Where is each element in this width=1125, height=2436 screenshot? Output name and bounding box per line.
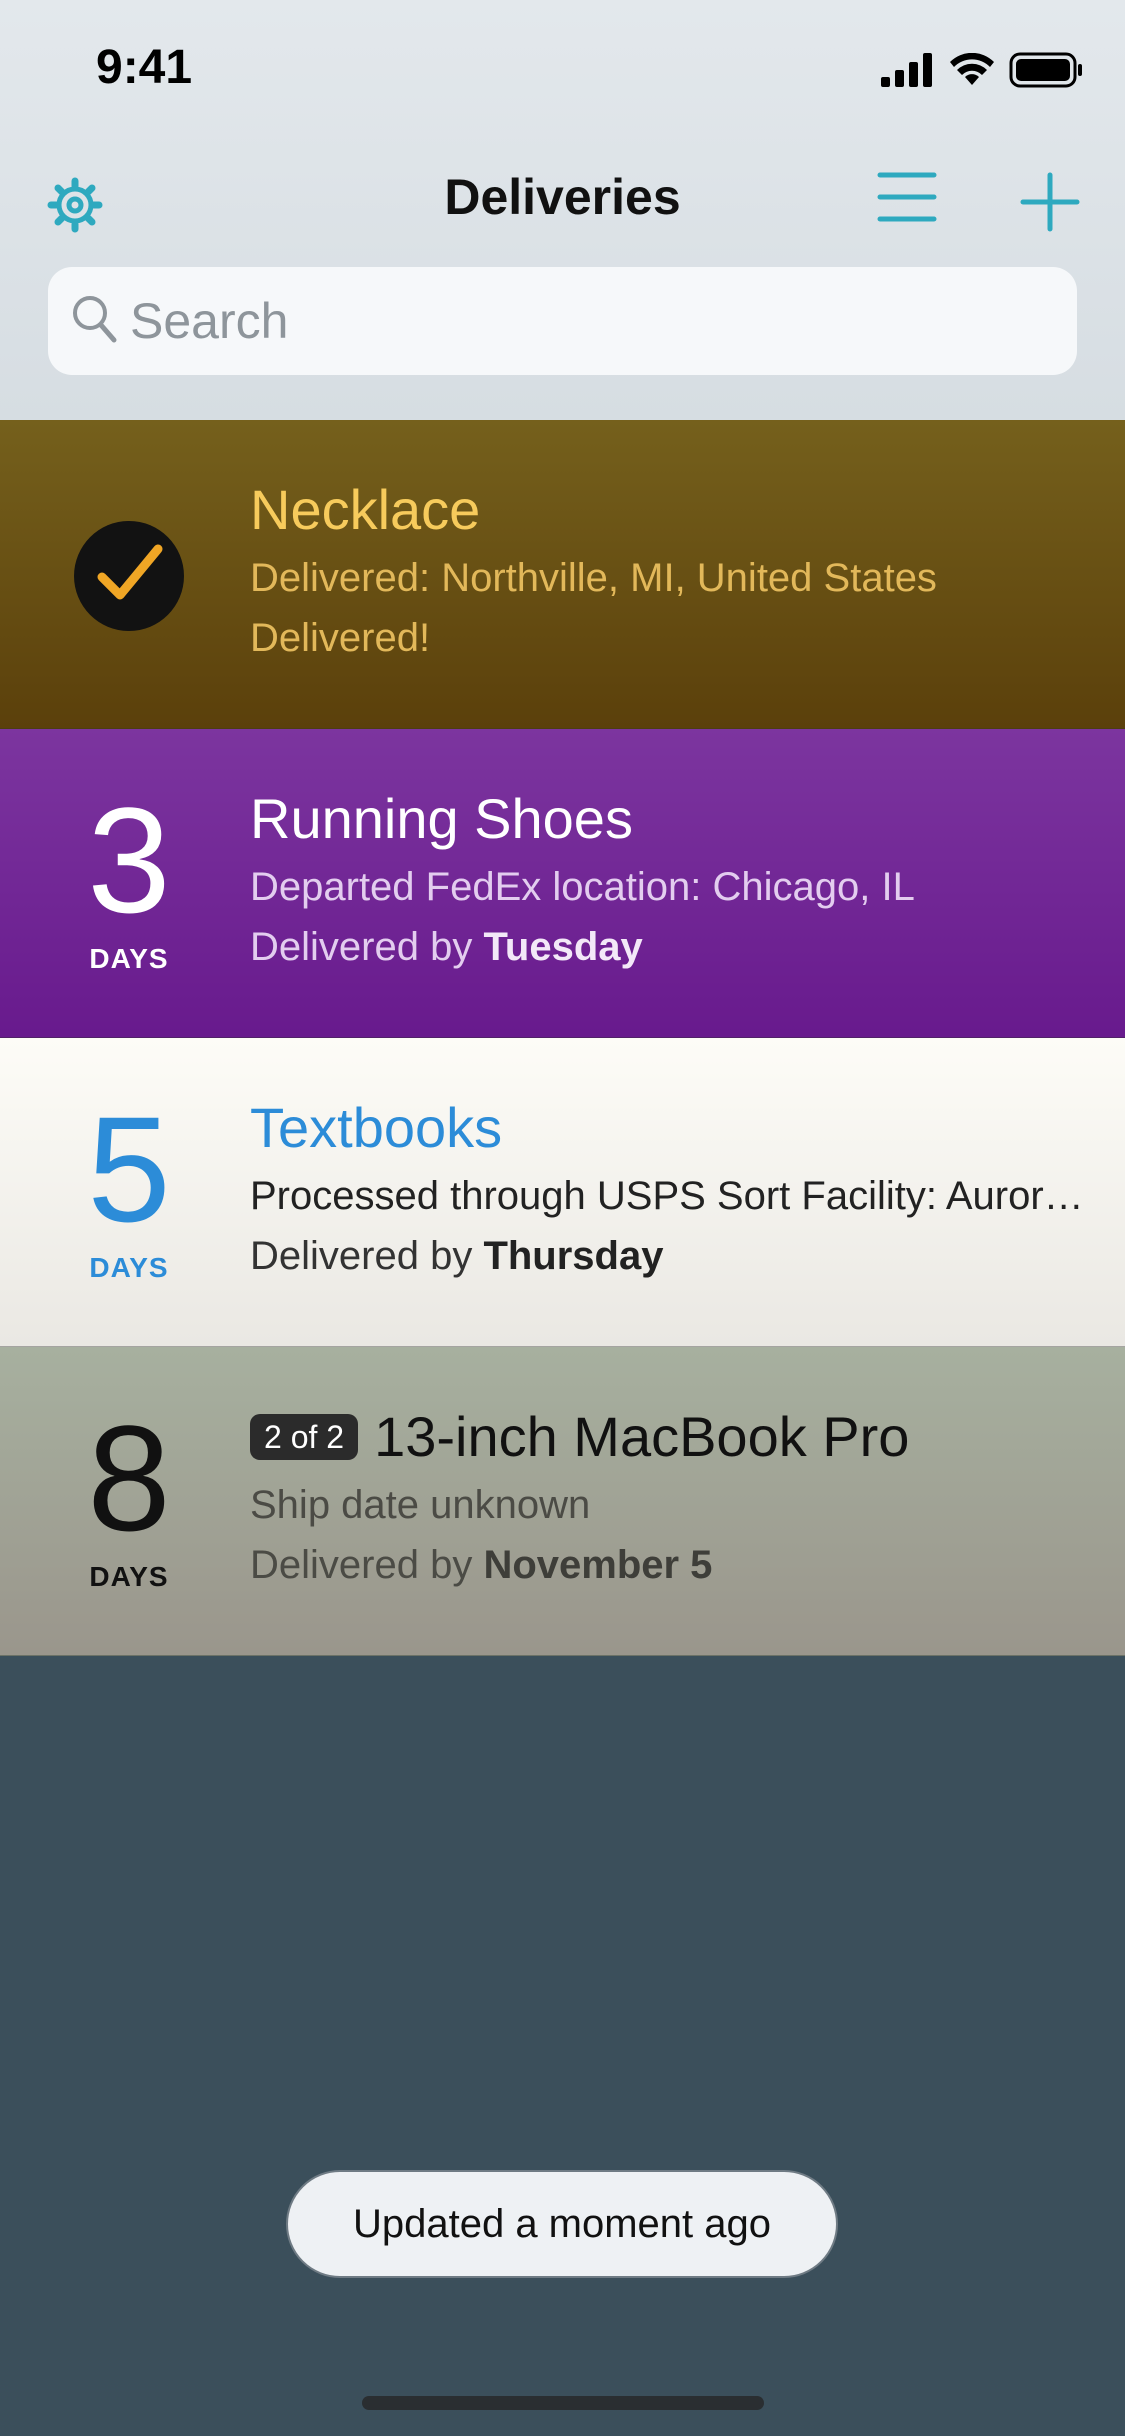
battery-icon	[1009, 52, 1082, 88]
cellular-signal-icon	[881, 53, 932, 87]
days-number: 8	[87, 1394, 171, 1562]
menu-button[interactable]	[870, 165, 944, 229]
delivery-eta: Delivered!	[250, 616, 431, 660]
days-label: DAYS	[89, 1252, 169, 1283]
days-label: DAYS	[89, 1561, 169, 1592]
delivery-info: Necklace Delivered: Northville, MI, Unit…	[250, 478, 1085, 668]
delivery-row-macbook-pro[interactable]: 8 DAYS 2 of 2 13-inch MacBook Pro Ship da…	[0, 1347, 1125, 1656]
top-bar: 9:41 Deliveries Search	[0, 0, 1125, 420]
delivery-eta: Delivered by Tuesday	[250, 917, 1085, 977]
search-input[interactable]	[130, 289, 1053, 353]
delivery-title: Necklace	[250, 478, 481, 541]
delivery-eta: Delivered by November 5	[250, 1535, 1085, 1595]
delivery-info: 2 of 2 13-inch MacBook Pro Ship date unkn…	[250, 1405, 1085, 1595]
delivery-row-necklace[interactable]: Necklace Delivered: Northville, MI, Unit…	[0, 420, 1125, 729]
wifi-icon	[950, 53, 994, 85]
status-icons	[881, 48, 1083, 92]
delivery-info: Running Shoes Departed FedEx location: C…	[250, 787, 1085, 977]
days-number: 3	[87, 776, 171, 944]
eta-prefix: Delivered by	[250, 1234, 484, 1278]
home-indicator[interactable]	[362, 2396, 764, 2410]
eta-day: Thursday	[483, 1234, 664, 1278]
delivery-info: Textbooks Processed through USPS Sort Fa…	[250, 1096, 1085, 1286]
delivery-row-running-shoes[interactable]: 3 DAYS Running Shoes Departed FedEx loca…	[0, 729, 1125, 1038]
delivery-row-textbooks[interactable]: 5 DAYS Textbooks Processed through USPS …	[0, 1038, 1125, 1347]
eta-prefix: Delivered by	[250, 925, 484, 969]
delivery-status-detail: Delivered: Northville, MI, United States	[250, 556, 937, 600]
delivery-status-detail: Ship date unknown	[250, 1483, 591, 1527]
delivery-list: Necklace Delivered: Northville, MI, Unit…	[0, 420, 1125, 1656]
search-icon	[73, 296, 117, 343]
days-remaining: 3 DAYS	[40, 729, 218, 975]
search-bar[interactable]	[48, 267, 1077, 375]
update-status-toast: Updated a moment ago	[286, 2170, 838, 2278]
days-label: DAYS	[89, 943, 169, 974]
eta-prefix: Delivered by	[250, 1543, 484, 1587]
status-time: 9:41	[96, 41, 193, 94]
delivery-title-line: 2 of 2 13-inch MacBook Pro	[250, 1405, 1085, 1469]
eta-day: Tuesday	[483, 925, 643, 969]
delivery-status-detail: Processed through USPS Sort Facility: Au…	[250, 1174, 1085, 1218]
add-delivery-button[interactable]	[1012, 164, 1088, 240]
eta-day: November 5	[483, 1543, 713, 1587]
days-remaining: 5 DAYS	[40, 1038, 218, 1284]
days-remaining: 8 DAYS	[40, 1347, 218, 1593]
delivery-title: 13-inch MacBook Pro	[374, 1405, 910, 1468]
days-number: 5	[87, 1085, 171, 1253]
package-count-badge: 2 of 2	[250, 1414, 359, 1460]
delivery-title: Running Shoes	[250, 787, 633, 850]
delivery-eta: Delivered by Thursday	[250, 1226, 1085, 1286]
delivered-checkmark-icon	[74, 521, 184, 631]
delivery-status-detail: Departed FedEx location: Chicago, IL	[250, 865, 915, 909]
plus-icon	[1020, 172, 1080, 232]
delivery-title: Textbooks	[250, 1096, 503, 1159]
page-title: Deliveries	[444, 169, 681, 225]
hamburger-icon	[877, 172, 937, 222]
